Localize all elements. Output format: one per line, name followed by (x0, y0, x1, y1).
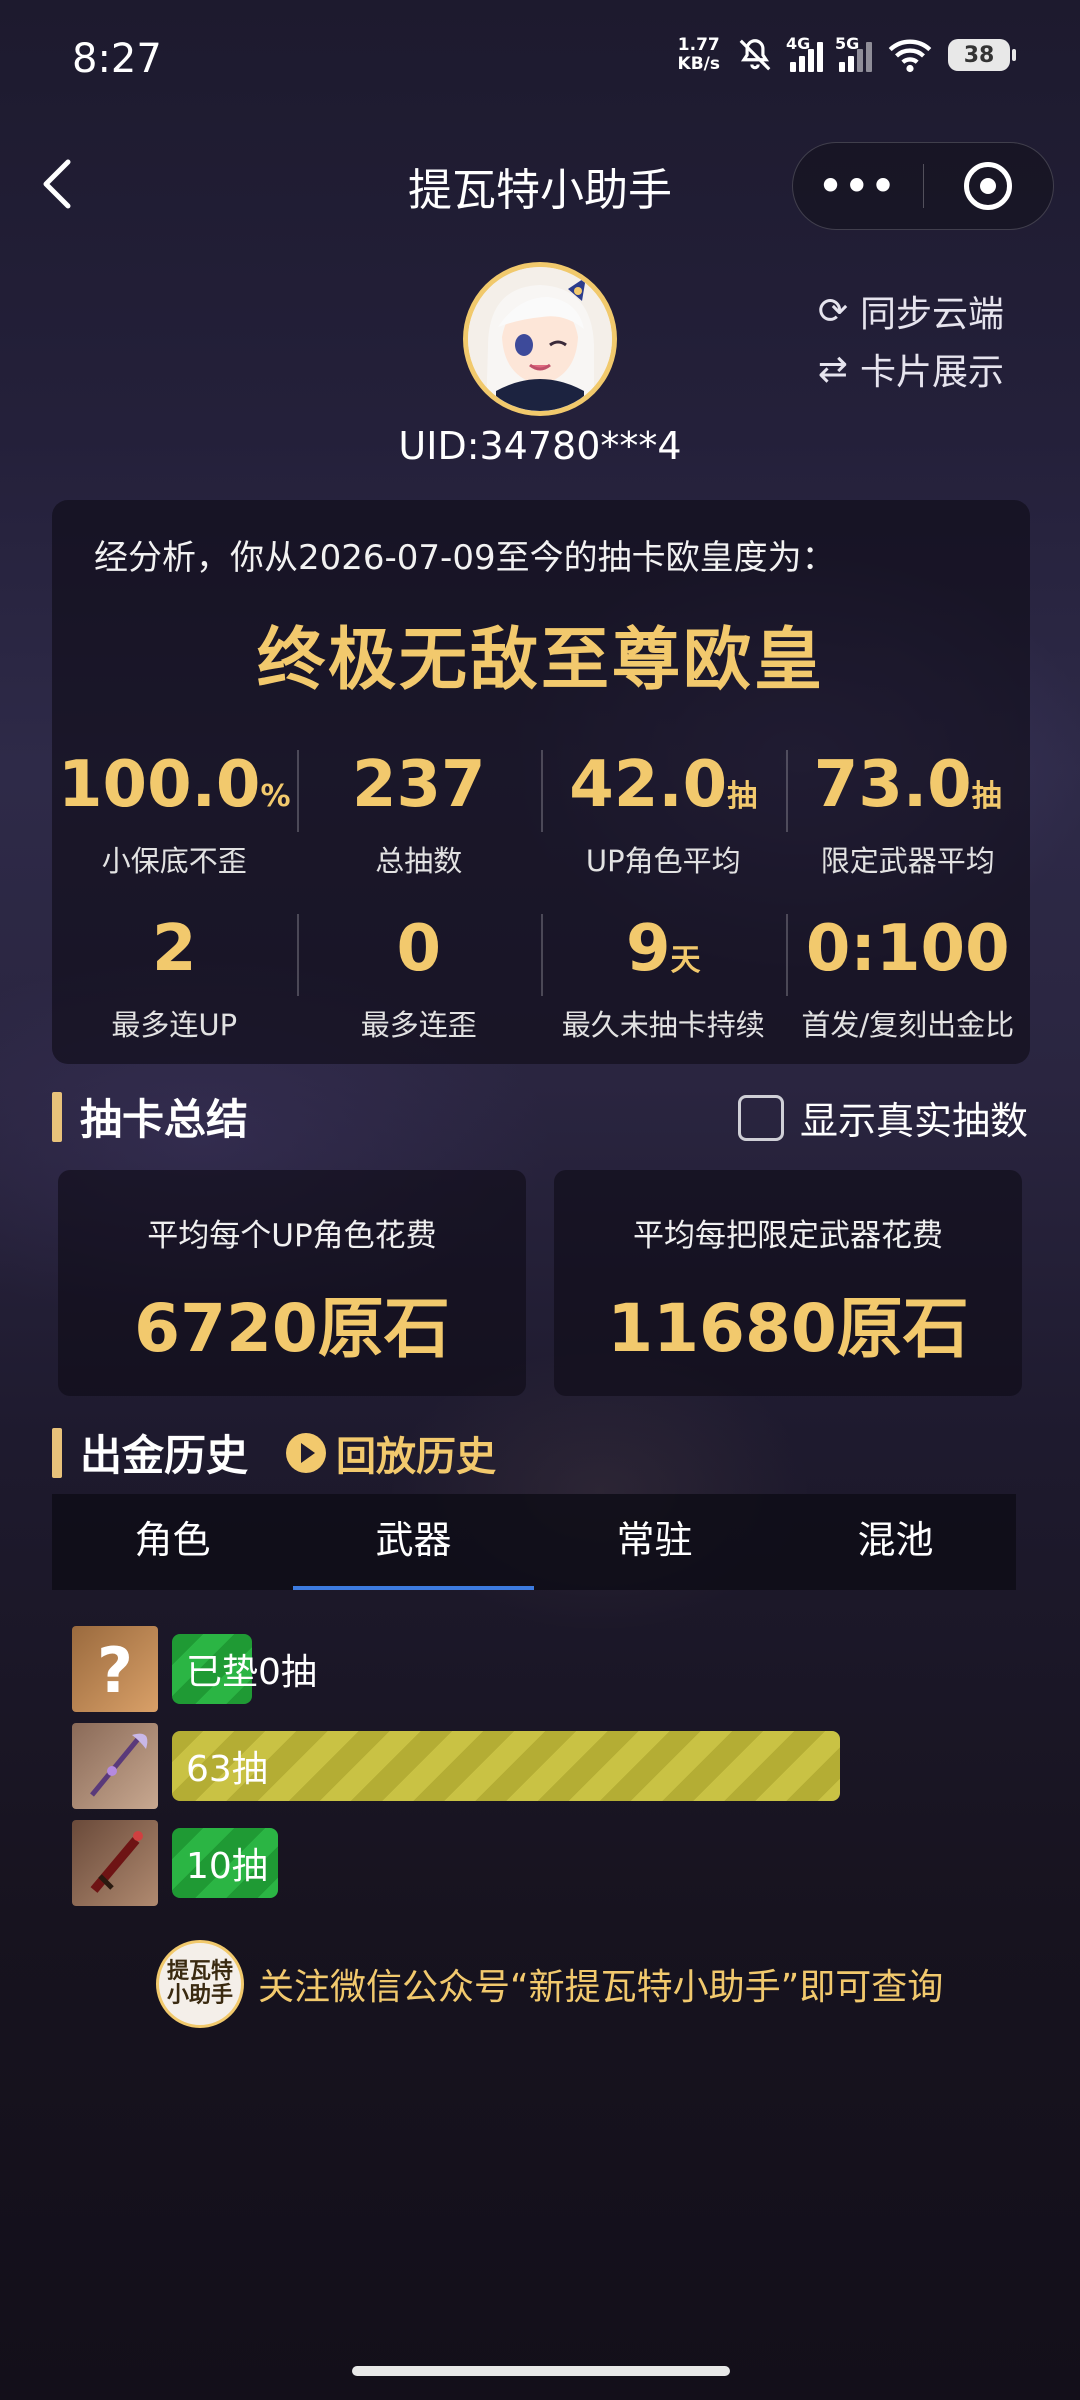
sync-cloud-label: 同步云端 (860, 294, 1005, 335)
target-icon[interactable] (924, 162, 1054, 210)
status-time: 8:27 (72, 36, 162, 82)
status-icons: 1.77 KB/s 4G 5G 38 (677, 34, 1016, 74)
mute-bell-icon (739, 39, 771, 71)
home-indicator[interactable] (352, 2366, 730, 2376)
swap-arrows-icon: ⇄ (817, 348, 849, 390)
app-logo: 提瓦特小助手 (156, 1940, 244, 2028)
stat-item: 73.0抽 限定武器平均 (785, 748, 1031, 880)
signal-5g-icon: 5G (835, 34, 872, 72)
refresh-icon: ⟳ (817, 290, 849, 332)
tab-weapon[interactable]: 武器 (293, 1494, 534, 1590)
question-mark-icon: ? (72, 1626, 158, 1712)
pull-count-bar: 10抽 (172, 1828, 278, 1898)
stats-row-1: 100.0% 小保底不歪 237 总抽数 42.0抽 UP角色平均 73.0抽 … (52, 748, 1030, 880)
history-row: 10抽 (72, 1820, 278, 1906)
summary-header: 抽卡总结 (52, 1086, 248, 1147)
pull-count-bar: 63抽 (172, 1731, 840, 1801)
stats-row-2: 2 最多连UP 0 最多连歪 9天 最久未抽卡持续 0:100 首发/复刻出金比 (52, 912, 1030, 1044)
tab-mixed[interactable]: 混池 (775, 1494, 1016, 1590)
avatar[interactable] (463, 262, 617, 416)
history-row: ? 已垫0抽 (72, 1626, 317, 1712)
card-display-label: 卡片展示 (860, 352, 1005, 393)
summary-card-weapon: 平均每把限定武器花费 11680原石 (554, 1170, 1022, 1396)
polearm-weapon-icon (72, 1723, 158, 1809)
stat-item: 0:100 首发/复刻出金比 (785, 912, 1031, 1044)
network-speed: 1.77 KB/s (677, 35, 720, 74)
pity-bar: 已垫0抽 (172, 1634, 317, 1704)
summary-title: 抽卡总结 (80, 1095, 249, 1144)
history-row: 63抽 (72, 1723, 840, 1809)
stat-item: 2 最多连UP (111, 912, 238, 1042)
analysis-card: 经分析，你从2026-07-09至今的抽卡欧皇度为： 终极无敌至尊欧皇 100.… (52, 500, 1030, 1064)
status-bar: 8:27 1.77 KB/s 4G 5G 38 (0, 0, 1080, 125)
user-uid: UID:34780***4 (398, 424, 682, 468)
replay-history-label: 回放历史 (336, 1433, 497, 1480)
section-accent (52, 1091, 62, 1142)
sync-cloud-button[interactable]: ⟳ 同步云端 (816, 282, 1004, 340)
mini-program-capsule: ••• (792, 142, 1054, 230)
play-icon (286, 1432, 327, 1473)
stat-item: 100.0% 小保底不歪 (58, 748, 291, 878)
history-title: 出金历史 (80, 1431, 249, 1480)
luck-rank: 终极无敌至尊欧皇 (256, 621, 825, 700)
analysis-intro: 经分析，你从2026-07-09至今的抽卡欧皇度为： (94, 538, 836, 578)
card-display-button[interactable]: ⇄ 卡片展示 (816, 340, 1004, 398)
stat-item: 9天 最久未抽卡持续 (541, 912, 786, 1044)
section-accent (52, 1427, 62, 1478)
signal-4g-icon: 4G (786, 34, 823, 72)
summary-card-character: 平均每个UP角色花费 6720原石 (58, 1170, 526, 1396)
real-pulls-toggle[interactable]: 显示真实抽数 (738, 1090, 1028, 1145)
history-header: 出金历史 回放历史 (52, 1422, 496, 1483)
pool-tabs: 角色 武器 常驻 混池 (52, 1494, 1016, 1590)
real-pulls-label: 显示真实抽数 (800, 1099, 1029, 1143)
battery-indicator: 38 (948, 39, 1016, 71)
stat-item: 237 总抽数 (296, 748, 542, 880)
real-pulls-checkbox[interactable] (738, 1094, 784, 1141)
tab-character[interactable]: 角色 (52, 1494, 293, 1590)
wifi-icon (888, 39, 932, 73)
footer-text: 关注微信公众号“新提瓦特小助手”即可查询 (258, 1967, 944, 2008)
stat-item: 0 最多连歪 (296, 912, 542, 1044)
stat-item: 42.0抽 UP角色平均 (541, 748, 786, 880)
tab-standard[interactable]: 常驻 (534, 1494, 775, 1590)
svg-text:?: ? (97, 1634, 133, 1707)
footer-note: 提瓦特小助手 关注微信公众号“新提瓦特小助手”即可查询 (156, 1940, 943, 2028)
claymore-weapon-icon (72, 1820, 158, 1906)
more-dots-icon[interactable]: ••• (793, 164, 923, 208)
profile-actions: ⟳ 同步云端 ⇄ 卡片展示 (816, 282, 1004, 398)
replay-history-button[interactable]: 回放历史 (286, 1424, 496, 1482)
nav-bar: 提瓦特小助手 ••• (0, 130, 1080, 240)
